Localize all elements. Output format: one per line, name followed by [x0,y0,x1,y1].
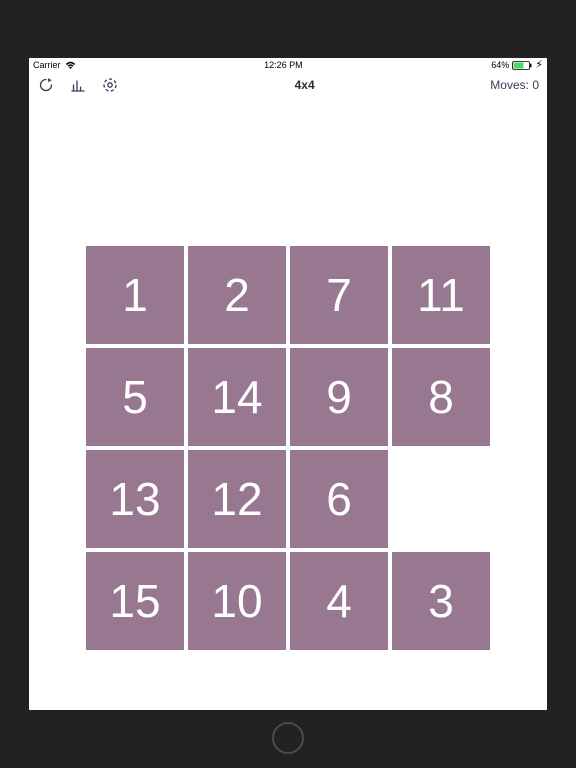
puzzle-tile[interactable]: 15 [86,552,184,650]
status-time: 12:26 PM [264,60,303,70]
refresh-icon[interactable] [37,76,55,94]
puzzle-board: 127115149813126151043 [86,246,490,650]
page-title: 4x4 [295,78,315,92]
home-button[interactable] [272,722,304,754]
moves-value: 0 [532,78,539,92]
status-bar: Carrier 12:26 PM 64% ⚡︎ [29,58,547,72]
help-icon[interactable] [101,76,119,94]
puzzle-tile[interactable]: 4 [290,552,388,650]
puzzle-tile[interactable]: 6 [290,450,388,548]
screen: Carrier 12:26 PM 64% ⚡︎ [29,58,547,710]
empty-slot [392,450,490,548]
wifi-icon [65,61,76,70]
puzzle-tile[interactable]: 1 [86,246,184,344]
puzzle-tile[interactable]: 14 [188,348,286,446]
tablet-frame: Carrier 12:26 PM 64% ⚡︎ [0,0,576,768]
moves-counter: Moves: 0 [490,78,539,92]
puzzle-tile[interactable]: 13 [86,450,184,548]
stats-icon[interactable] [69,76,87,94]
charging-icon: ⚡︎ [535,60,543,71]
carrier-label: Carrier [33,60,61,70]
moves-label: Moves: [490,78,529,92]
battery-pct: 64% [491,60,509,70]
puzzle-tile[interactable]: 9 [290,348,388,446]
puzzle-tile[interactable]: 3 [392,552,490,650]
puzzle-tile[interactable]: 11 [392,246,490,344]
puzzle-tile[interactable]: 5 [86,348,184,446]
puzzle-tile[interactable]: 8 [392,348,490,446]
battery-icon [512,61,532,70]
puzzle-tile[interactable]: 12 [188,450,286,548]
puzzle-tile[interactable]: 7 [290,246,388,344]
puzzle-tile[interactable]: 10 [188,552,286,650]
nav-bar: 4x4 Moves: 0 [29,72,547,98]
content-area: 127115149813126151043 [29,98,547,710]
puzzle-tile[interactable]: 2 [188,246,286,344]
